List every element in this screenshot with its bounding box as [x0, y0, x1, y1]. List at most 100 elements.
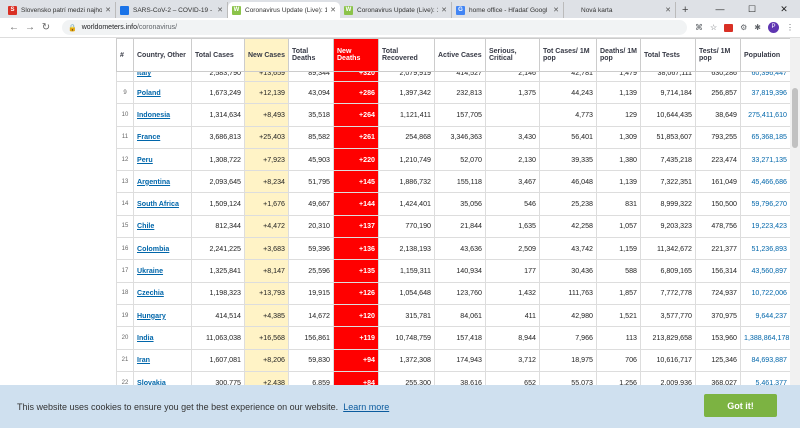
- tab-close-icon[interactable]: ✕: [105, 6, 111, 14]
- country-link[interactable]: Colombia: [137, 245, 169, 253]
- learn-more-link[interactable]: Learn more: [343, 402, 389, 412]
- back-arrow-icon[interactable]: ←: [6, 22, 22, 33]
- address-bar[interactable]: 🔒 worldometers.info /coronavirus/: [62, 20, 687, 35]
- data-cell: 38,067,111: [640, 71, 696, 82]
- profile-avatar[interactable]: P: [768, 22, 779, 33]
- column-header[interactable]: Total Tests: [640, 38, 696, 72]
- data-cell: 84,693,887: [740, 348, 791, 372]
- country-cell: Colombia: [133, 237, 192, 261]
- scrollbar-thumb[interactable]: [792, 88, 798, 148]
- country-link[interactable]: Indonesia: [137, 111, 170, 119]
- extensions-puzzle-icon[interactable]: ✱: [754, 23, 761, 32]
- close-window-button[interactable]: ✕: [768, 0, 800, 18]
- data-cell: 43,094: [288, 80, 334, 105]
- column-header[interactable]: Total Recovered: [378, 38, 435, 72]
- tab-favicon-icon: [120, 5, 129, 15]
- country-link[interactable]: India: [137, 334, 154, 342]
- data-cell: +13,659: [244, 71, 289, 82]
- translate-icon[interactable]: ⌘: [695, 23, 703, 32]
- country-link[interactable]: Ukraine: [137, 267, 163, 275]
- column-header[interactable]: Total Cases: [191, 38, 245, 72]
- bookmark-star-icon[interactable]: ☆: [710, 23, 717, 32]
- menu-dots-icon[interactable]: ⋮: [786, 23, 794, 32]
- table-row: 20 India 11,063,038 +16,568 156,861 +119 10,74…: [116, 326, 791, 350]
- table-row: Italy 2,583,790 +13,659 89,344 +320 2,079,919…: [116, 71, 791, 82]
- table-header-row: # Country, Other Total Cases New Cases Total…: [116, 38, 791, 72]
- data-cell: 49,667: [288, 192, 334, 216]
- column-header[interactable]: Population: [740, 38, 791, 72]
- data-cell: 1,372,308: [378, 348, 435, 372]
- column-header[interactable]: New Cases: [244, 38, 289, 72]
- data-cell: +137: [333, 214, 379, 239]
- country-link[interactable]: South Africa: [137, 200, 179, 208]
- got-it-button[interactable]: Got it!: [704, 394, 777, 417]
- data-cell: 414,514: [191, 303, 245, 328]
- browser-tab[interactable]: W Coronavirus Update (Live): 1 ✕: [340, 2, 452, 18]
- country-link[interactable]: Hungary: [137, 312, 166, 320]
- forward-arrow-icon[interactable]: →: [22, 22, 38, 33]
- browser-tab[interactable]: W Coronavirus Update (Live): 1 ✕: [228, 2, 340, 18]
- column-header[interactable]: Active Cases: [434, 38, 486, 72]
- column-header[interactable]: Country, Other: [133, 38, 192, 72]
- country-link[interactable]: Peru: [137, 156, 153, 164]
- tab-close-icon[interactable]: ✕: [441, 6, 447, 14]
- maximize-button[interactable]: ☐: [736, 0, 768, 18]
- country-cell: Peru: [133, 147, 192, 172]
- browser-tab[interactable]: S Slovensko patrí medzi najho ✕: [4, 2, 116, 18]
- data-cell: 35,056: [434, 192, 486, 216]
- data-cell: 84,061: [434, 303, 486, 328]
- tab-close-icon[interactable]: ✕: [330, 6, 336, 14]
- country-link[interactable]: France: [137, 133, 160, 141]
- data-cell: +264: [333, 103, 379, 127]
- data-cell: 42,258: [539, 214, 597, 239]
- country-link[interactable]: Czechia: [137, 289, 164, 297]
- tab-close-icon[interactable]: ✕: [665, 6, 671, 14]
- new-tab-button[interactable]: +: [676, 2, 694, 18]
- data-cell: 157,418: [434, 326, 486, 350]
- data-cell: 1,121,411: [378, 103, 435, 127]
- browser-tab[interactable]: SARS-CoV-2 – COVID-19 - ko ✕: [116, 2, 228, 18]
- country-cell: India: [133, 326, 192, 350]
- data-cell: 11,063,038: [191, 326, 245, 350]
- data-cell: +12,139: [244, 80, 289, 105]
- browser-tab[interactable]: Ghome office - Hľadať Googl ✕: [452, 2, 564, 18]
- data-cell: +8,147: [244, 259, 289, 283]
- page-scrollbar[interactable]: [790, 38, 800, 428]
- tab-close-icon[interactable]: ✕: [553, 6, 559, 14]
- country-link[interactable]: Chile: [137, 222, 154, 230]
- column-header[interactable]: Serious, Critical: [485, 38, 540, 72]
- column-header[interactable]: Total Deaths: [288, 38, 334, 72]
- cookie-banner: This website uses cookies to ensure you …: [0, 385, 800, 428]
- minimize-button[interactable]: —: [704, 0, 736, 18]
- column-header[interactable]: Deaths/ 1M pop: [596, 38, 641, 72]
- toolbar-icons: ⌘ ☆ ⚙ ✱ P ⋮: [695, 22, 794, 33]
- row-index: 12: [116, 147, 134, 172]
- country-link[interactable]: Poland: [137, 89, 161, 97]
- data-cell: 1,424,401: [378, 192, 435, 216]
- data-cell: 25,238: [539, 192, 597, 216]
- data-cell: 831: [596, 192, 641, 216]
- column-header[interactable]: New Deaths: [333, 38, 379, 72]
- row-index: 13: [116, 170, 134, 194]
- country-link[interactable]: Italy: [137, 73, 151, 78]
- country-link[interactable]: Iran: [137, 356, 150, 364]
- row-index: 9: [116, 80, 134, 105]
- data-cell: 1,857: [596, 281, 641, 305]
- column-header[interactable]: Tests/ 1M pop: [695, 38, 741, 72]
- table-row: 14 South Africa 1,509,124 +1,676 49,667 +144 1…: [116, 192, 791, 216]
- data-cell: 9,714,184: [640, 80, 696, 105]
- extension-icon[interactable]: [724, 23, 734, 32]
- data-cell: 1,159,311: [378, 259, 435, 283]
- extension-gear-icon[interactable]: ⚙: [740, 23, 747, 32]
- country-link[interactable]: Argentina: [137, 178, 170, 186]
- column-header[interactable]: Tot Cases/ 1M pop: [539, 38, 597, 72]
- browser-tab[interactable]: Nová karta ✕: [564, 2, 676, 18]
- data-cell: 254,868: [378, 125, 435, 149]
- country-cell: Indonesia: [133, 103, 192, 127]
- reload-icon[interactable]: ↻: [38, 22, 54, 33]
- data-cell: 630,286: [695, 71, 741, 82]
- tab-favicon-icon: [568, 5, 577, 15]
- column-header[interactable]: #: [116, 38, 134, 72]
- data-cell: 10,616,717: [640, 348, 696, 372]
- tab-close-icon[interactable]: ✕: [217, 6, 223, 14]
